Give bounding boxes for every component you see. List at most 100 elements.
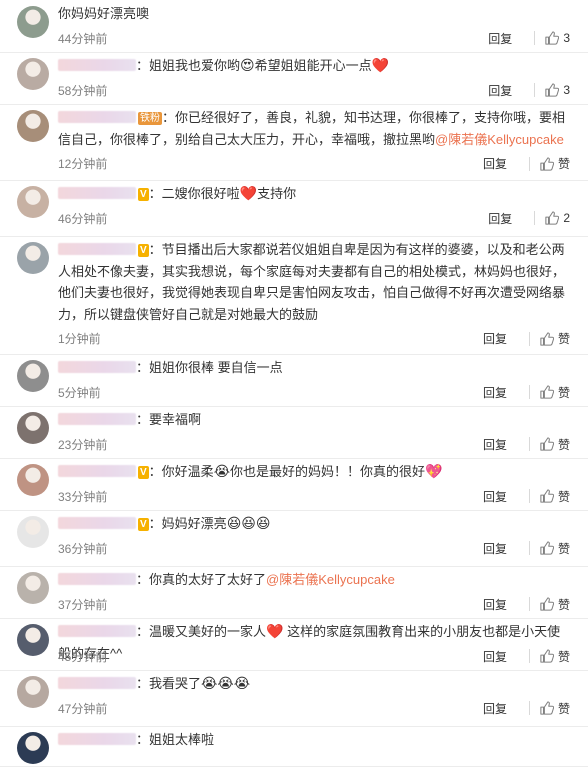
reply-button[interactable]: 回复 [488, 30, 512, 47]
comment-item: V ：二嫂你很好啦❤️支持你 46分钟前 回复 2 [0, 180, 588, 237]
avatar[interactable] [17, 242, 49, 274]
avatar[interactable] [17, 110, 49, 142]
reply-button[interactable]: 回复 [488, 82, 512, 99]
timestamp: 12分钟前 [58, 157, 108, 172]
reply-button[interactable]: 回复 [488, 210, 512, 227]
like-button[interactable]: 赞 [540, 155, 570, 172]
comment-actions: 回复 赞 [483, 384, 570, 401]
like-label: 赞 [557, 385, 570, 400]
comment-actions: 回复 赞 [483, 436, 570, 453]
comment-item: 你妈妈好漂亮噢 44分钟前 回复 3 [0, 0, 588, 53]
username-link[interactable] [58, 111, 136, 123]
like-button[interactable]: 赞 [540, 330, 570, 347]
username-link[interactable] [58, 361, 136, 373]
comment-meta: 23分钟前 回复 赞 [58, 436, 570, 452]
reply-button[interactable]: 回复 [483, 384, 507, 401]
like-button[interactable]: 赞 [540, 540, 570, 557]
avatar[interactable] [17, 624, 49, 656]
username-link[interactable] [58, 187, 136, 199]
like-button[interactable]: 2 [545, 211, 570, 225]
avatar[interactable] [17, 732, 49, 764]
like-label: 赞 [557, 701, 570, 716]
mention-link[interactable]: @陳若儀Kellycupcake [435, 132, 564, 147]
verified-badge: V [138, 518, 149, 531]
like-button[interactable]: 3 [545, 83, 570, 97]
reply-button[interactable]: 回复 [483, 700, 507, 717]
comment-meta: 33分钟前 回复 赞 [58, 488, 570, 504]
timestamp: 44分钟前 [58, 31, 108, 46]
comment-text-segment: ：温暖又美好的一家人 [136, 624, 267, 639]
username-link[interactable] [58, 625, 136, 637]
reply-button[interactable]: 回复 [483, 488, 507, 505]
like-button[interactable]: 赞 [540, 488, 570, 505]
avatar[interactable] [17, 464, 49, 496]
timestamp: 33分钟前 [58, 489, 108, 504]
username-link[interactable] [58, 733, 136, 745]
comment-meta: 58分钟前 回复 3 [58, 82, 570, 98]
comment-meta: 46分钟前 回复 2 [58, 210, 570, 226]
like-label: 赞 [557, 332, 570, 347]
username-link[interactable] [58, 413, 136, 425]
comment-text-segment: ：妈妈好漂亮 [148, 516, 227, 531]
comment-text: ：姐姐你很棒 要自信一点 [58, 357, 570, 379]
mention-link[interactable]: @陳若儀Kellycupcake [266, 572, 395, 587]
action-divider [528, 597, 530, 612]
reply-button[interactable]: 回复 [483, 436, 507, 453]
comment-text-segment: ：姐姐我也爱你哟 [136, 58, 241, 73]
comment-item: ：我看哭了😭😭😭 47分钟前 回复 赞 [0, 670, 588, 727]
action-divider [528, 385, 530, 400]
heart-icon: 💖 [425, 463, 443, 479]
like-button[interactable]: 3 [545, 31, 570, 45]
comment-actions: 回复 赞 [483, 155, 570, 172]
comment-actions: 回复 赞 [483, 540, 570, 557]
username-link[interactable] [58, 677, 136, 689]
avatar[interactable] [17, 186, 49, 218]
comment-text-segment: ：你真的太好了太好了 [136, 572, 267, 587]
reply-button[interactable]: 回复 [483, 155, 507, 172]
comment-meta: 5分钟前 回复 赞 [58, 384, 570, 400]
username-link[interactable] [58, 59, 136, 71]
avatar-image [17, 186, 49, 218]
comment-text: ：要幸福啊 [58, 409, 570, 431]
avatar[interactable] [17, 572, 49, 604]
like-button[interactable]: 赞 [540, 384, 570, 401]
like-label: 赞 [557, 597, 570, 612]
like-button[interactable]: 赞 [540, 436, 570, 453]
avatar-image [17, 110, 49, 142]
thumbs-up-icon [545, 83, 560, 97]
like-button[interactable]: 赞 [540, 700, 570, 717]
comment-item: V ：你好温柔😭你也是最好的妈妈！！你真的很好💖 33分钟前 回复 赞 [0, 458, 588, 511]
username-link[interactable] [58, 465, 136, 477]
reply-button[interactable]: 回复 [483, 648, 507, 665]
comment-text: 铁粉 ：你已经很好了，善良，礼貌，知书达理，你很棒了，支持你哦，要相信自己，你很棒… [58, 107, 570, 150]
comment-text: V ：你好温柔😭你也是最好的妈妈！！你真的很好💖 [58, 461, 570, 483]
avatar[interactable] [17, 360, 49, 392]
comment-item: V ：妈妈好漂亮😆😆😆 36分钟前 回复 赞 [0, 510, 588, 567]
username-link[interactable] [58, 243, 136, 255]
comment-actions: 回复 赞 [483, 700, 570, 717]
reply-button[interactable]: 回复 [483, 540, 507, 557]
avatar[interactable] [17, 58, 49, 90]
reply-button[interactable]: 回复 [483, 330, 507, 347]
avatar[interactable] [17, 6, 49, 38]
reply-button[interactable]: 回复 [483, 596, 507, 613]
verified-badge: V [138, 188, 149, 201]
avatar-image [17, 360, 49, 392]
avatar-image [17, 516, 49, 548]
comment-meta: 47分钟前 回复 赞 [58, 700, 570, 716]
like-button[interactable]: 赞 [540, 596, 570, 613]
comment-meta: 44分钟前 回复 3 [58, 30, 570, 46]
username-link[interactable] [58, 573, 136, 585]
username-link[interactable] [58, 517, 136, 529]
thumbs-up-icon [540, 332, 555, 346]
comment-text: 你妈妈好漂亮噢 [58, 3, 570, 25]
avatar[interactable] [17, 412, 49, 444]
like-button[interactable]: 赞 [540, 648, 570, 665]
avatar[interactable] [17, 516, 49, 548]
action-divider [534, 83, 536, 98]
timestamp: 45分钟前 [58, 649, 108, 664]
comment-meta: 37分钟前 回复 赞 [58, 596, 570, 612]
avatar-image [17, 464, 49, 496]
avatar[interactable] [17, 676, 49, 708]
comment-text: V ：妈妈好漂亮😆😆😆 [58, 513, 570, 535]
